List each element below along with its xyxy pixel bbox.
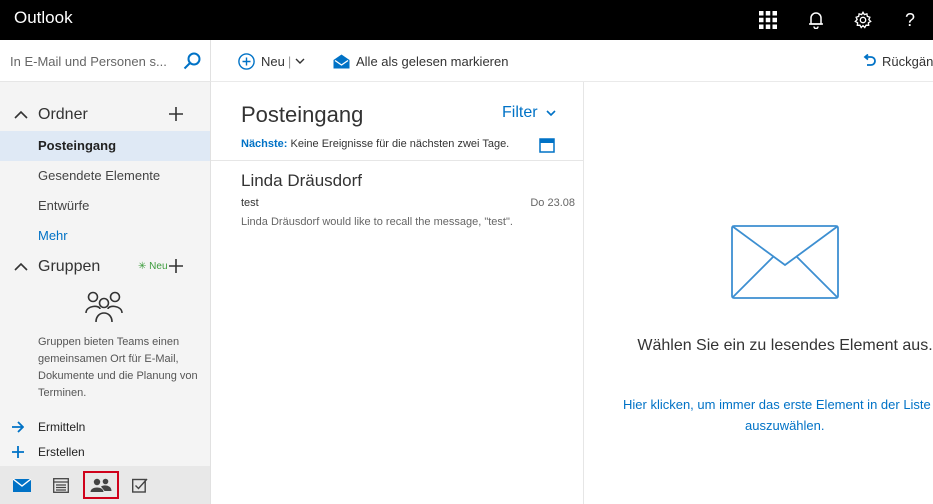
message-list: Posteingang Filter Nächste: Keine Ereign… <box>211 82 584 504</box>
search-box <box>0 40 211 82</box>
message-preview: Linda Dräusdorf would like to recall the… <box>241 216 513 228</box>
agenda-text: Keine Ereignisse für die nächsten zwei T… <box>290 138 510 150</box>
create-group-label: Erstellen <box>38 445 85 459</box>
app-title[interactable]: Outlook <box>14 8 73 28</box>
agenda-label: Nächste: <box>241 138 288 150</box>
chevron-up-icon <box>14 110 28 119</box>
chevron-down-icon <box>545 109 556 116</box>
add-group-icon[interactable] <box>167 257 185 275</box>
auto-select-link-line2: auszuwählen. <box>745 418 825 433</box>
folder-item-drafts[interactable]: Entwürfe <box>0 191 210 221</box>
mail-module-button[interactable] <box>4 471 40 499</box>
groups-description: Gruppen bieten Teams einen gemeinsamen O… <box>38 336 198 399</box>
calendar-icon[interactable] <box>539 137 555 153</box>
empty-reading-message: Wählen Sie ein zu lesendes Element aus. <box>637 337 933 354</box>
undo-label: Rückgängig <box>882 53 933 69</box>
undo-button[interactable]: Rückgängig <box>862 51 933 71</box>
chevron-down-icon[interactable] <box>295 58 305 65</box>
folder-item-sent[interactable]: Gesendete Elemente <box>0 161 210 191</box>
groups-icon <box>85 291 123 323</box>
undo-icon <box>863 54 876 66</box>
create-group-link[interactable]: Erstellen <box>12 442 85 462</box>
new-message-button[interactable]: Neu | <box>238 51 311 71</box>
new-label: Neu <box>261 53 285 69</box>
message-subject: test <box>241 197 259 209</box>
folder-title: Posteingang <box>241 102 364 127</box>
envelope-icon <box>731 225 839 299</box>
navigation-pane: Ordner Posteingang Gesendete Elemente En… <box>0 40 211 504</box>
people-module-button[interactable] <box>83 471 119 499</box>
app-launcher-icon[interactable] <box>746 0 790 40</box>
split-separator: | <box>287 53 292 69</box>
auto-select-first-link[interactable]: Hier klicken, um immer das erste Element… <box>623 394 933 436</box>
command-bar: Neu | Alle als gelesen markieren Rückgän… <box>211 40 933 82</box>
search-input[interactable] <box>10 51 170 71</box>
help-icon[interactable]: ? <box>888 0 932 40</box>
tasks-module-button[interactable] <box>122 471 158 499</box>
mark-all-read-button[interactable]: Alle als gelesen markieren <box>333 51 508 71</box>
discover-groups-link[interactable]: Ermitteln <box>12 417 85 437</box>
tasks-icon <box>132 478 148 493</box>
folder-item-inbox[interactable]: Posteingang <box>0 131 210 161</box>
folders-heading: Ordner <box>38 106 88 123</box>
gear-icon[interactable] <box>841 0 885 40</box>
discover-groups-label: Ermitteln <box>38 420 86 434</box>
calendar-module-button[interactable] <box>43 471 79 499</box>
folders-more-link[interactable]: Mehr <box>0 221 210 251</box>
plus-circle-icon <box>238 52 255 70</box>
filter-button[interactable]: Filter <box>502 104 556 122</box>
groups-section-header[interactable]: Gruppen ✳ Neu <box>14 255 199 279</box>
message-list-item[interactable]: Linda Dräusdorf test Do 23.08 Linda Dräu… <box>211 161 583 235</box>
new-badge: ✳ Neu <box>138 261 168 272</box>
arrow-right-icon <box>12 421 24 433</box>
folders-section-header[interactable]: Ordner <box>14 103 199 127</box>
bell-icon[interactable] <box>794 0 838 40</box>
reading-pane: Wählen Sie ein zu lesendes Element aus. … <box>585 82 933 504</box>
plus-icon <box>12 446 24 458</box>
agenda-bar: Nächste: Keine Ereignisse für die nächst… <box>241 138 509 150</box>
envelope-open-icon <box>333 54 350 68</box>
add-folder-icon[interactable] <box>167 105 185 123</box>
groups-heading: Gruppen <box>38 258 101 275</box>
calendar-icon <box>53 477 69 493</box>
module-switcher <box>0 466 210 504</box>
mail-icon <box>13 478 31 492</box>
search-icon[interactable] <box>182 51 202 71</box>
message-date: Do 23.08 <box>530 197 575 209</box>
mark-all-read-label: Alle als gelesen markieren <box>356 53 509 69</box>
auto-select-link-line1: Hier klicken, um immer das erste Element… <box>623 397 931 412</box>
filter-label: Filter <box>502 104 538 121</box>
top-bar: Outlook ? <box>0 0 933 40</box>
chevron-up-icon <box>14 262 28 271</box>
message-sender: Linda Dräusdorf <box>241 171 362 190</box>
people-icon <box>90 478 112 492</box>
